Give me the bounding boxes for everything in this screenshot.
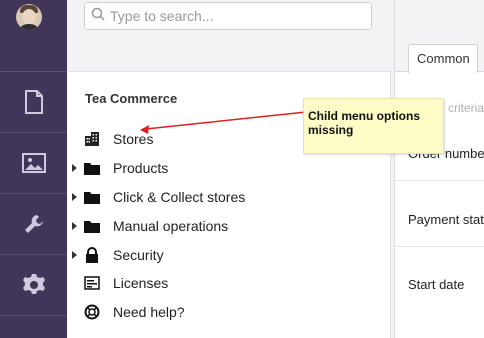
- building-icon: [84, 131, 100, 147]
- tree-node-manual-operations[interactable]: Manual operations: [67, 214, 367, 238]
- search-input[interactable]: [110, 8, 360, 24]
- editor-panel: Common criteria Order numbe Payment stat…: [391, 0, 484, 338]
- user-avatar[interactable]: [16, 4, 42, 30]
- expand-caret-icon[interactable]: [72, 251, 77, 259]
- gear-icon: [22, 273, 46, 297]
- folder-icon: [84, 218, 100, 234]
- folder-icon: [84, 160, 100, 176]
- image-icon: [21, 153, 46, 173]
- field-label-payment-status: Payment stat: [408, 212, 484, 227]
- expand-caret-icon[interactable]: [72, 193, 77, 201]
- search-area: [67, 0, 391, 72]
- tree-title: Tea Commerce: [85, 91, 178, 106]
- nav-item-media[interactable]: [0, 133, 67, 194]
- nav-item-developer[interactable]: [0, 255, 67, 316]
- tree-node-label: Products: [113, 160, 169, 176]
- tree-node-security[interactable]: Security: [67, 243, 367, 267]
- expand-caret-icon[interactable]: [72, 164, 77, 172]
- expand-caret-icon[interactable]: [72, 222, 77, 230]
- annotation-line: missing: [308, 123, 354, 137]
- tree-node-licenses[interactable]: Licenses: [67, 271, 367, 295]
- tree-node-label: Licenses: [113, 275, 169, 291]
- nav-rail: [0, 0, 67, 338]
- folder-icon: [84, 189, 100, 205]
- annotation-line: Child menu options: [308, 109, 420, 123]
- editor-divider: [391, 0, 395, 338]
- nav-item-content[interactable]: [0, 72, 67, 133]
- document-icon: [24, 90, 44, 114]
- filter-hint: criteria: [448, 101, 484, 115]
- nav-item-settings[interactable]: [0, 194, 67, 255]
- divider: [395, 180, 484, 181]
- help-icon: [84, 304, 100, 320]
- tree-node-label: Click & Collect stores: [113, 189, 246, 205]
- field-label-start-date: Start date: [408, 277, 465, 292]
- divider: [395, 246, 484, 247]
- tree-node-label: Security: [113, 247, 164, 263]
- search-icon: [91, 7, 105, 26]
- tree-node-label: Stores: [113, 131, 154, 147]
- tree-node-need-help[interactable]: Need help?: [67, 300, 367, 324]
- search-box[interactable]: [84, 2, 372, 30]
- tree-node-products[interactable]: Products: [67, 156, 367, 180]
- tree-node-click-collect-stores[interactable]: Click & Collect stores: [67, 185, 367, 209]
- nav-item-more[interactable]: [0, 316, 67, 338]
- tree-node-label: Manual operations: [113, 218, 229, 234]
- tab-common[interactable]: Common: [408, 44, 478, 73]
- wrench-icon: [23, 213, 45, 235]
- lock-icon: [84, 247, 100, 263]
- tree-node-label: Need help?: [113, 304, 185, 320]
- license-icon: [84, 275, 100, 291]
- avatar-slot: [0, 0, 67, 72]
- annotation-note: Child menu options missing: [303, 98, 444, 154]
- tree-panel: Tea Commerce Stores Products Click & Col…: [67, 0, 391, 338]
